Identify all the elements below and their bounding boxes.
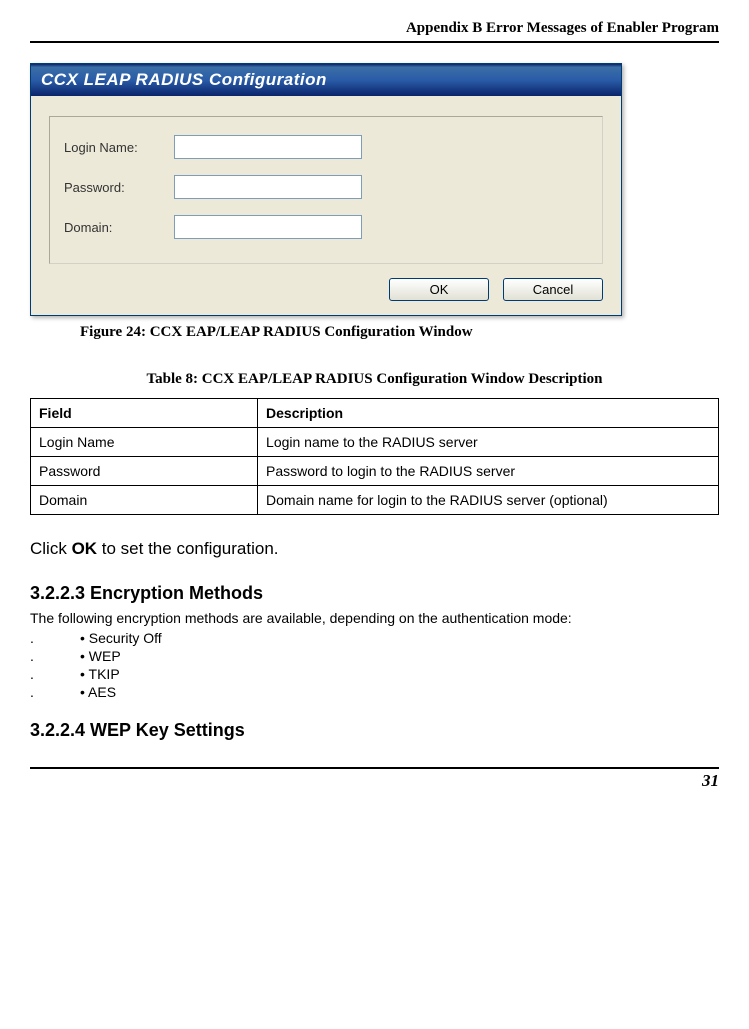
table-cell-desc: Domain name for login to the RADIUS serv… [258, 486, 719, 515]
table-row: Password Password to login to the RADIUS… [31, 457, 719, 486]
table-row: Domain Domain name for login to the RADI… [31, 486, 719, 515]
table-head-field: Field [31, 399, 258, 428]
domain-input[interactable] [174, 215, 362, 239]
bullet-text: • Security Off [80, 630, 162, 646]
form-row-login: Login Name: [64, 135, 588, 159]
ok-button[interactable]: OK [389, 278, 489, 301]
table-cell-desc: Login name to the RADIUS server [258, 428, 719, 457]
password-label: Password: [64, 180, 174, 195]
table-header-row: Field Description [31, 399, 719, 428]
cancel-button[interactable]: Cancel [503, 278, 603, 301]
list-item: .• AES [30, 684, 719, 700]
table-row: Login Name Login name to the RADIUS serv… [31, 428, 719, 457]
list-item: .• WEP [30, 648, 719, 664]
bullet-text: • AES [80, 684, 116, 700]
bullet-marker: . [30, 648, 80, 664]
login-input[interactable] [174, 135, 362, 159]
dialog-body: Login Name: Password: Domain: OK Cancel [31, 96, 621, 315]
instruction-bold: OK [72, 539, 98, 558]
section-heading-wep: 3.2.2.4 WEP Key Settings [30, 720, 719, 741]
section-intro-encryption: The following encryption methods are ava… [30, 610, 719, 626]
login-label: Login Name: [64, 140, 174, 155]
form-groupbox: Login Name: Password: Domain: [49, 116, 603, 264]
instruction-post: to set the configuration. [97, 539, 278, 558]
page-header: Appendix B Error Messages of Enabler Pro… [30, 20, 719, 43]
instruction-text: Click OK to set the configuration. [30, 539, 719, 559]
instruction-pre: Click [30, 539, 72, 558]
figure-prefix: Figure 24: [80, 324, 150, 340]
password-input[interactable] [174, 175, 362, 199]
dialog-window: CCX LEAP RADIUS Configuration Login Name… [30, 63, 622, 316]
form-row-password: Password: [64, 175, 588, 199]
form-row-domain: Domain: [64, 215, 588, 239]
bullet-text: • TKIP [80, 666, 120, 682]
bullet-marker: . [30, 684, 80, 700]
table-head-desc: Description [258, 399, 719, 428]
dialog-button-row: OK Cancel [49, 278, 603, 301]
figure-title: CCX EAP/LEAP RADIUS Configuration Window [150, 324, 473, 340]
section-heading-encryption: 3.2.2.3 Encryption Methods [30, 583, 719, 604]
figure-caption: Figure 24: CCX EAP/LEAP RADIUS Configura… [80, 324, 719, 341]
page-footer: 31 [30, 767, 719, 791]
bullet-marker: . [30, 630, 80, 646]
list-item: .• Security Off [30, 630, 719, 646]
table-cell-desc: Password to login to the RADIUS server [258, 457, 719, 486]
table-cell-field: Domain [31, 486, 258, 515]
list-item: .• TKIP [30, 666, 719, 682]
domain-label: Domain: [64, 220, 174, 235]
table-caption: Table 8: CCX EAP/LEAP RADIUS Configurati… [30, 371, 719, 388]
description-table: Field Description Login Name Login name … [30, 398, 719, 515]
bullet-text: • WEP [80, 648, 121, 664]
table-cell-field: Password [31, 457, 258, 486]
table-cell-field: Login Name [31, 428, 258, 457]
dialog-titlebar: CCX LEAP RADIUS Configuration [31, 64, 621, 96]
bullet-marker: . [30, 666, 80, 682]
